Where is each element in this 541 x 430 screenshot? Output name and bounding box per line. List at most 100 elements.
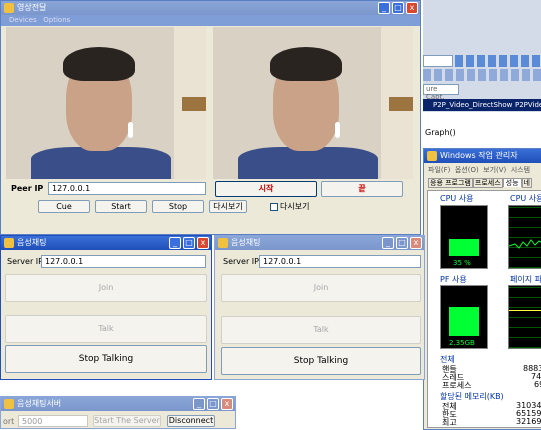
maximize-button[interactable]: □ — [183, 237, 195, 249]
menu-shutdown[interactable]: 시스템 — [511, 166, 530, 174]
close-button[interactable]: x — [406, 2, 418, 14]
pf-usage-label: PF 사용 — [440, 275, 467, 284]
voice-server-title: 음성채팅서버 — [17, 399, 62, 408]
page-file-label: 페이지 파일 — [510, 275, 541, 284]
commit-peak-value: 3216940 — [516, 417, 541, 426]
cue-button[interactable]: Cue — [38, 200, 90, 213]
minimize-button[interactable]: _ — [193, 398, 205, 410]
processes-value: 69 — [534, 380, 541, 389]
start-call-button[interactable]: 시작 — [215, 181, 317, 197]
start-server-button[interactable]: Start The Server — [93, 415, 161, 427]
app-icon — [218, 238, 228, 248]
cpu-history-label: CPU 사용 — [510, 194, 541, 203]
menu-options[interactable]: Options — [43, 16, 70, 24]
ide-tab-2[interactable]: P2PVideo — [515, 101, 541, 109]
stop-talking-button[interactable]: Stop Talking — [5, 345, 207, 373]
tab-processes[interactable]: 프로세스 — [472, 178, 503, 188]
replay-button[interactable]: 다시보기 — [209, 200, 247, 213]
pf-value-text: 2.35GB — [449, 339, 475, 347]
start-button[interactable]: Start — [95, 200, 147, 213]
ide-tab-1[interactable]: P2P_Video_DirectShow — [433, 101, 512, 109]
task-manager-window: Windows 작업 관리자 파일(F) 옵션(O) 보기(V) 시스템 응용 … — [423, 148, 541, 430]
end-call-button[interactable]: 끝 — [321, 181, 403, 197]
join-button[interactable]: Join — [221, 274, 421, 302]
video-window: 영상전달 _ □ x Devices Options Peer IP 127.0… — [0, 0, 421, 235]
voice-chat-2-title: 음성채팅 — [231, 238, 261, 247]
ide-combo[interactable]: ure Capt. — [423, 84, 459, 101]
tab-applications[interactable]: 응용 프로그램 — [428, 178, 473, 188]
app-icon — [4, 399, 14, 409]
maximize-button[interactable]: □ — [392, 2, 404, 14]
talk-button[interactable]: Talk — [221, 316, 421, 344]
ide-background: ure Capt. P2P_Video_DirectShow P2PVideo … — [423, 0, 541, 148]
close-button[interactable]: x — [221, 398, 233, 410]
pf-usage-bar — [449, 307, 479, 336]
person-hair — [270, 47, 342, 81]
cpu-usage-label: CPU 사용 — [440, 194, 474, 203]
voice-server-window: 음성채팅서버 _ □ x ort 5000 Start The Server D… — [0, 396, 236, 429]
processes-label: 프로세스 — [442, 381, 472, 390]
voice-chat-window-2: 음성채팅 _ □ x Server IP 127.0.0.1 Join Talk… — [214, 235, 425, 380]
monitor-icon — [427, 151, 437, 161]
peer-ip-label: Peer IP — [11, 184, 44, 193]
ide-toolbar-icons-2 — [423, 69, 541, 81]
voice-server-titlebar[interactable]: 음성채팅서버 _ □ x — [1, 397, 235, 411]
local-video-panel — [6, 27, 206, 179]
remote-video-panel — [213, 27, 413, 179]
minimize-button[interactable]: _ — [169, 237, 181, 249]
menu-view[interactable]: 보기(V) — [483, 166, 506, 174]
page-file-history-graph — [508, 285, 541, 349]
cpu-history-line — [509, 239, 541, 249]
pf-usage-meter: 2.35GB — [440, 285, 488, 349]
minimize-button[interactable]: _ — [378, 2, 390, 14]
server-ip-label: Server IP — [223, 257, 259, 266]
server-ip-input[interactable]: 127.0.0.1 — [259, 255, 421, 268]
page-file-history-line — [509, 310, 541, 311]
person-shirt — [238, 147, 378, 179]
tab-performance[interactable]: 성능 — [502, 178, 522, 187]
task-manager-title: Windows 작업 관리자 — [440, 151, 518, 160]
replay-checkbox[interactable] — [270, 203, 278, 211]
port-input[interactable]: 5000 — [18, 415, 88, 427]
voice-chat-1-titlebar[interactable]: 음성채팅 _ □ x — [1, 236, 211, 250]
server-ip-label: Server IP — [7, 257, 43, 266]
cpu-usage-meter: 35 % — [440, 205, 488, 269]
cpu-percent-text: 35 % — [453, 259, 471, 267]
background-shelf-item — [389, 97, 413, 111]
disconnect-button[interactable]: Disconnect — [167, 415, 215, 427]
cpu-history-graph — [508, 205, 541, 269]
video-window-titlebar[interactable]: 영상전달 _ □ x — [1, 1, 420, 15]
earphone — [335, 122, 340, 138]
person-shirt — [31, 147, 171, 179]
cpu-usage-bar — [449, 239, 479, 256]
person-hair — [63, 47, 135, 81]
close-button[interactable]: x — [410, 237, 422, 249]
menu-file[interactable]: 파일(F) — [428, 166, 450, 174]
talk-button[interactable]: Talk — [5, 315, 207, 343]
peer-ip-input[interactable]: 127.0.0.1 — [48, 182, 206, 195]
task-manager-titlebar[interactable]: Windows 작업 관리자 — [424, 149, 541, 163]
maximize-button[interactable]: □ — [207, 398, 219, 410]
stop-button[interactable]: Stop — [152, 200, 204, 213]
ide-dropdown[interactable] — [423, 55, 453, 67]
task-manager-tabs: 응용 프로그램 프로세스 성능 네 — [428, 178, 532, 188]
commit-peak-label: 최고 — [442, 418, 457, 427]
join-button[interactable]: Join — [5, 274, 207, 302]
video-window-title: 영상전달 — [17, 3, 47, 12]
minimize-button[interactable]: _ — [382, 237, 394, 249]
port-label: ort — [3, 417, 15, 426]
earphone — [128, 122, 133, 138]
voice-chat-window-1: 음성채팅 _ □ x Server IP 127.0.0.1 Join Talk… — [0, 235, 212, 380]
server-ip-input[interactable]: 127.0.0.1 — [41, 255, 206, 268]
stop-talking-button[interactable]: Stop Talking — [221, 347, 421, 375]
voice-chat-1-title: 음성채팅 — [17, 238, 47, 247]
menu-options[interactable]: 옵션(O) — [455, 166, 479, 174]
task-manager-menubar: 파일(F) 옵션(O) 보기(V) 시스템 — [428, 165, 530, 175]
close-button[interactable]: x — [197, 237, 209, 249]
menu-devices[interactable]: Devices — [9, 16, 37, 24]
voice-chat-2-titlebar[interactable]: 음성채팅 _ □ x — [215, 236, 424, 250]
tab-networking[interactable]: 네 — [521, 178, 532, 188]
ide-toolbar-icons — [455, 55, 541, 67]
replay-checkbox-label: 다시보기 — [280, 202, 310, 211]
maximize-button[interactable]: □ — [396, 237, 408, 249]
